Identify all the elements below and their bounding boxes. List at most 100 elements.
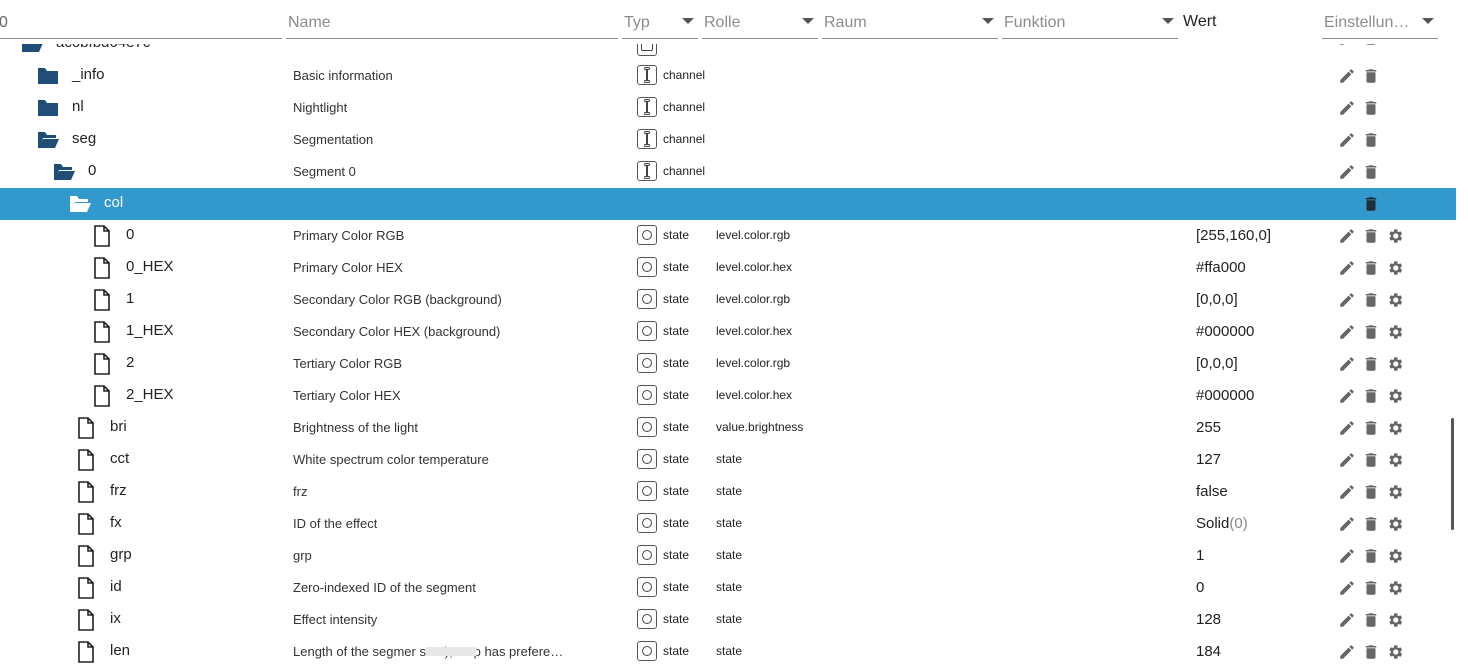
delete-icon[interactable] — [1362, 259, 1380, 277]
settings-filter-select[interactable]: Einstellun… — [1322, 8, 1438, 39]
gear-icon[interactable] — [1386, 291, 1404, 309]
row-value[interactable]: 1 — [1196, 547, 1204, 564]
row-value[interactable]: [255,160,0] — [1196, 227, 1271, 244]
edit-icon[interactable] — [1338, 451, 1356, 469]
table-row[interactable]: ix Effect intensity state state 128 — [0, 604, 1456, 636]
file-icon[interactable] — [90, 352, 114, 376]
id-filter-field[interactable]: 0 — [0, 8, 282, 39]
table-row[interactable]: nl Nightlight channel — [0, 92, 1456, 124]
edit-icon[interactable] — [1338, 419, 1356, 437]
file-icon[interactable] — [74, 448, 98, 472]
delete-icon[interactable] — [1362, 419, 1380, 437]
table-row[interactable]: id Zero-indexed ID of the segment state sta… — [0, 572, 1456, 604]
delete-icon[interactable] — [1362, 99, 1380, 117]
delete-icon[interactable] — [1362, 387, 1380, 405]
file-icon[interactable] — [90, 224, 114, 248]
row-value[interactable]: false — [1196, 483, 1228, 500]
folder-open-icon[interactable] — [68, 192, 92, 216]
row-value[interactable]: 128 — [1196, 611, 1221, 628]
gear-icon[interactable] — [1386, 579, 1404, 597]
gear-icon[interactable] — [1386, 387, 1404, 405]
edit-icon[interactable] — [1338, 483, 1356, 501]
file-icon[interactable] — [90, 288, 114, 312]
function-filter-select[interactable]: Funktion — [1002, 8, 1178, 39]
row-value[interactable]: #000000 — [1196, 387, 1254, 404]
room-filter-select[interactable]: Raum — [822, 8, 998, 39]
folder-icon[interactable] — [36, 96, 60, 120]
delete-icon[interactable] — [1362, 515, 1380, 533]
table-row[interactable]: 2 Tertiary Color RGB state level.color.rgb [… — [0, 348, 1456, 380]
row-value[interactable]: Solid(0) — [1196, 515, 1248, 532]
edit-icon[interactable] — [1338, 611, 1356, 629]
folder-open-icon[interactable] — [36, 128, 60, 152]
edit-icon[interactable] — [1338, 259, 1356, 277]
role-filter-select[interactable]: Rolle — [702, 8, 818, 39]
delete-icon[interactable] — [1362, 451, 1380, 469]
table-row[interactable]: 1 Secondary Color RGB (background) state le… — [0, 284, 1456, 316]
edit-icon[interactable] — [1338, 131, 1356, 149]
delete-icon[interactable] — [1362, 131, 1380, 149]
table-row[interactable]: 0 Primary Color RGB state level.color.rgb [2… — [0, 220, 1456, 252]
gear-icon[interactable] — [1386, 259, 1404, 277]
vertical-scrollbar[interactable] — [1451, 418, 1454, 530]
type-filter-select[interactable]: Typ — [622, 8, 698, 39]
file-icon[interactable] — [74, 576, 98, 600]
edit-icon[interactable] — [1338, 355, 1356, 373]
delete-icon[interactable] — [1362, 355, 1380, 373]
gear-icon[interactable] — [1386, 643, 1404, 661]
delete-icon[interactable] — [1362, 195, 1380, 213]
delete-icon[interactable] — [1362, 483, 1380, 501]
gear-icon[interactable] — [1386, 355, 1404, 373]
file-icon[interactable] — [74, 512, 98, 536]
edit-icon[interactable] — [1338, 387, 1356, 405]
edit-icon[interactable] — [1338, 547, 1356, 565]
table-row[interactable]: cct White spectrum color temperature state… — [0, 444, 1456, 476]
delete-icon[interactable] — [1362, 643, 1380, 661]
table-row[interactable]: 1_HEX Secondary Color HEX (background) sta… — [0, 316, 1456, 348]
delete-icon[interactable] — [1362, 323, 1380, 341]
row-value[interactable]: 255 — [1196, 419, 1221, 436]
edit-icon[interactable] — [1338, 643, 1356, 661]
gear-icon[interactable] — [1386, 227, 1404, 245]
row-value[interactable]: #000000 — [1196, 323, 1254, 340]
gear-icon[interactable] — [1386, 483, 1404, 501]
delete-icon[interactable] — [1362, 163, 1380, 181]
table-row[interactable]: bri Brightness of the light state value.bri… — [0, 412, 1456, 444]
file-icon[interactable] — [74, 416, 98, 440]
delete-icon[interactable] — [1362, 547, 1380, 565]
edit-icon[interactable] — [1338, 227, 1356, 245]
row-value[interactable]: 184 — [1196, 643, 1221, 660]
table-row[interactable]: fx ID of the effect state state Solid(0) — [0, 508, 1456, 540]
table-row[interactable]: lenLength of the segmer start), stop has… — [0, 636, 1456, 668]
delete-icon[interactable] — [1362, 291, 1380, 309]
row-value[interactable]: [0,0,0] — [1196, 291, 1238, 308]
edit-icon[interactable] — [1338, 67, 1356, 85]
gear-icon[interactable] — [1386, 419, 1404, 437]
table-row[interactable]: seg Segmentation channel — [0, 124, 1456, 156]
edit-icon[interactable] — [1338, 515, 1356, 533]
delete-icon[interactable] — [1362, 67, 1380, 85]
file-icon[interactable] — [90, 384, 114, 408]
edit-icon[interactable] — [1338, 291, 1356, 309]
gear-icon[interactable] — [1386, 323, 1404, 341]
table-row[interactable]: 2_HEX Tertiary Color HEX state level.color.… — [0, 380, 1456, 412]
table-row[interactable]: frz frz state state false — [0, 476, 1456, 508]
edit-icon[interactable] — [1338, 579, 1356, 597]
table-row[interactable]: grp grp state state 1 — [0, 540, 1456, 572]
table-row[interactable]: _info Basic information channel — [0, 60, 1456, 92]
file-icon[interactable] — [74, 608, 98, 632]
file-icon[interactable] — [74, 480, 98, 504]
row-value[interactable]: [0,0,0] — [1196, 355, 1238, 372]
file-icon[interactable] — [74, 640, 98, 664]
delete-icon[interactable] — [1362, 611, 1380, 629]
row-value[interactable]: 0 — [1196, 579, 1204, 596]
gear-icon[interactable] — [1386, 547, 1404, 565]
file-icon[interactable] — [90, 320, 114, 344]
delete-icon[interactable] — [1362, 579, 1380, 597]
table-row[interactable]: 0 Segment 0 channel — [0, 156, 1456, 188]
folder-icon[interactable] — [36, 64, 60, 88]
edit-icon[interactable] — [1338, 323, 1356, 341]
gear-icon[interactable] — [1386, 515, 1404, 533]
row-value[interactable]: #ffa000 — [1196, 259, 1246, 276]
file-icon[interactable] — [74, 544, 98, 568]
